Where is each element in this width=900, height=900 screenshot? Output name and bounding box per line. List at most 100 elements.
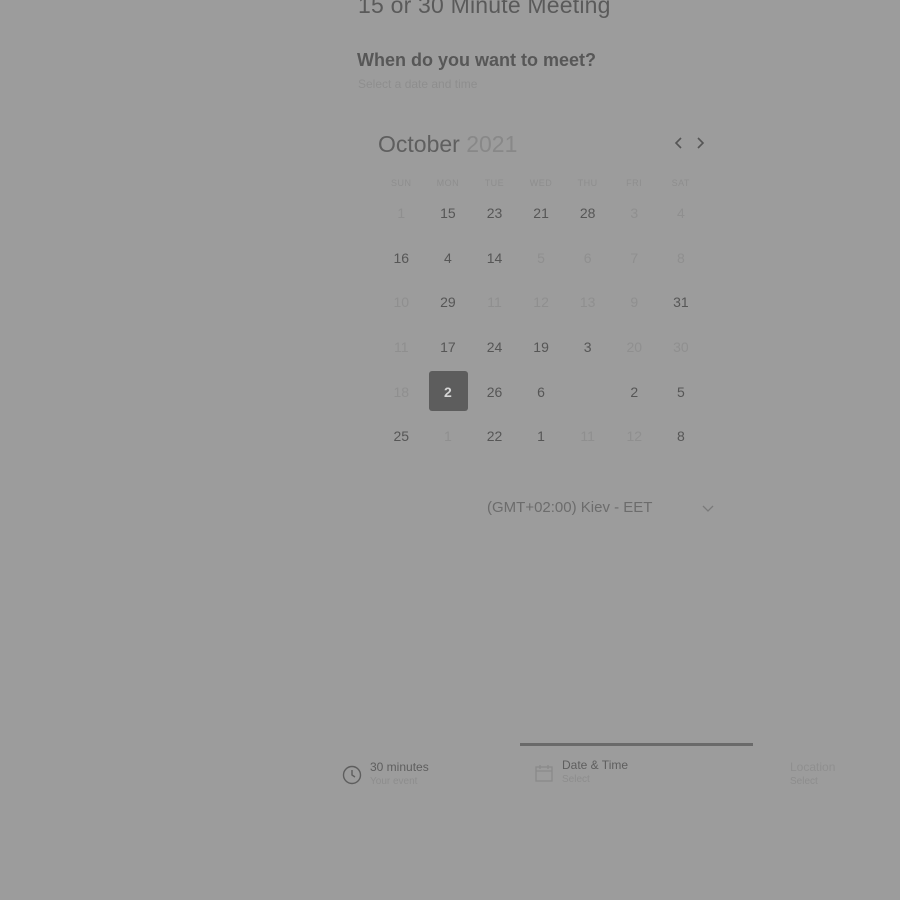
weekday-label: THU: [577, 178, 598, 188]
calendar-day: 11: [471, 280, 518, 325]
calendar-day: 1: [425, 414, 472, 459]
calendar-day[interactable]: 15: [425, 191, 472, 236]
date-question-subtitle: Select a date and time: [358, 77, 478, 91]
calendar-day-number: 18: [393, 383, 410, 400]
calendar-day-number: 22: [486, 428, 503, 445]
calendar-day-number: 5: [676, 383, 685, 400]
step-location-subtitle: Select: [790, 776, 818, 787]
calendar-day[interactable]: 14: [471, 236, 518, 281]
calendar-day-grid: 1 15 23 21 28 3 4 16 4 14 5 6 7 8 10 29 11 12 13 9 31 11 17 24 1…: [378, 191, 704, 459]
timezone-select[interactable]: (GMT+02:00) Kiev - EET: [487, 495, 719, 519]
calendar-day-number: 11: [394, 339, 409, 356]
calendar-day: 9: [611, 280, 658, 325]
calendar-day[interactable]: 31: [658, 280, 705, 325]
calendar-day[interactable]: 5: [658, 369, 705, 414]
calendar-day-number: 8: [676, 249, 685, 266]
calendar-day[interactable]: 25: [378, 414, 425, 459]
timezone-value: (GMT+02:00) Kiev - EET: [487, 498, 653, 516]
calendar-day[interactable]: 21: [518, 191, 565, 236]
calendar-day-number: 1: [397, 205, 406, 222]
calendar-year: 2021: [466, 131, 518, 157]
weekday-label: SAT: [671, 178, 690, 188]
calendar-day[interactable]: 17: [425, 325, 472, 370]
calendar-day-number: 29: [440, 294, 456, 311]
calendar-day: [564, 369, 611, 414]
calendar-day[interactable]: 6: [518, 369, 565, 414]
calendar-day-number: 9: [630, 294, 639, 311]
calendar-day-number: 25: [393, 428, 410, 445]
calendar-day-number: 13: [579, 294, 596, 311]
meeting-title: 15 or 30 Minute Meeting: [358, 0, 611, 18]
calendar-day[interactable]: 16: [378, 236, 425, 281]
calendar-day[interactable]: 26: [471, 369, 518, 414]
calendar-day-number: 3: [630, 205, 639, 222]
calendar-day-number: 2: [630, 383, 639, 400]
active-step-indicator: [520, 743, 753, 746]
calendar-day-number: 20: [626, 339, 643, 356]
step-date-title: Date & Time: [562, 758, 629, 772]
calendar-day-number: 19: [533, 339, 549, 356]
calendar-day[interactable]: 1: [518, 414, 565, 459]
calendar-day[interactable]: 2: [611, 369, 658, 414]
calendar-day[interactable]: 19: [518, 325, 565, 370]
calendar-day: 12: [518, 280, 565, 325]
calendar-day: 18: [378, 369, 425, 414]
calendar-day-number: 5: [537, 249, 545, 266]
step-date-time[interactable]: Date & Time Select: [534, 758, 628, 785]
calendar-day-number: 12: [626, 428, 643, 445]
calendar-day: 12: [611, 414, 658, 459]
calendar-day: 6: [564, 236, 611, 281]
step-duration[interactable]: 30 minutes Your event: [342, 760, 429, 787]
calendar-day-number: 10: [393, 294, 410, 311]
calendar-day: 10: [378, 280, 425, 325]
calendar-day-number: 8: [676, 428, 685, 445]
calendar-day-selected[interactable]: 2: [425, 369, 472, 414]
next-month-button[interactable]: [690, 133, 710, 153]
calendar-day: 8: [658, 236, 705, 281]
weekday-label: WED: [529, 178, 553, 188]
weekday-label: MON: [436, 178, 460, 188]
calendar-day: 4: [658, 191, 705, 236]
calendar-day-number: 6: [537, 383, 545, 400]
calendar-day[interactable]: 4: [425, 236, 472, 281]
calendar-day: 7: [611, 236, 658, 281]
calendar-day-number: 1: [537, 428, 545, 445]
calendar-day[interactable]: 24: [471, 325, 518, 370]
chevron-down-icon: [702, 505, 714, 512]
calendar-day-number: 26: [486, 383, 503, 400]
calendar-icon: [535, 765, 553, 782]
calendar-day: 5: [518, 236, 565, 281]
weekday-header-row: SUN MON TUE WED THU FRI SAT: [378, 178, 704, 188]
date-question-heading: When do you want to meet?: [357, 50, 596, 70]
calendar-day: 20: [611, 325, 658, 370]
calendar-day-number: 6: [583, 249, 592, 266]
step-location-title: Location: [790, 760, 836, 774]
previous-month-button[interactable]: [669, 133, 689, 153]
clock-icon: [342, 765, 362, 785]
calendar-day-number: 16: [393, 249, 410, 266]
calendar-day-number: 15: [440, 205, 456, 222]
calendar-day: 11: [378, 325, 425, 370]
calendar-month: October: [378, 131, 460, 157]
step-duration-title: 30 minutes: [370, 760, 429, 774]
calendar-day-number: 3: [583, 339, 592, 356]
calendar-day-number: 30: [673, 339, 689, 356]
calendar-day-number: 7: [630, 249, 639, 266]
calendar-day-number: 14: [486, 249, 503, 266]
calendar-day[interactable]: 23: [471, 191, 518, 236]
calendar-day: 13: [564, 280, 611, 325]
calendar-day: 1: [378, 191, 425, 236]
calendar-day[interactable]: 3: [564, 325, 611, 370]
calendar-day[interactable]: 29: [425, 280, 472, 325]
step-location[interactable]: Location Select: [790, 760, 835, 787]
calendar-day-number: 31: [673, 294, 689, 311]
calendar-day-number: 1: [443, 428, 452, 445]
calendar-day[interactable]: 22: [471, 414, 518, 459]
calendar-day: 3: [611, 191, 658, 236]
calendar-day-number: 17: [440, 339, 456, 356]
calendar-day-number: 21: [533, 205, 549, 222]
calendar-day[interactable]: 8: [658, 414, 705, 459]
calendar-day[interactable]: 28: [564, 191, 611, 236]
chevron-left-icon: [674, 137, 682, 149]
weekday-label: FRI: [626, 178, 643, 188]
